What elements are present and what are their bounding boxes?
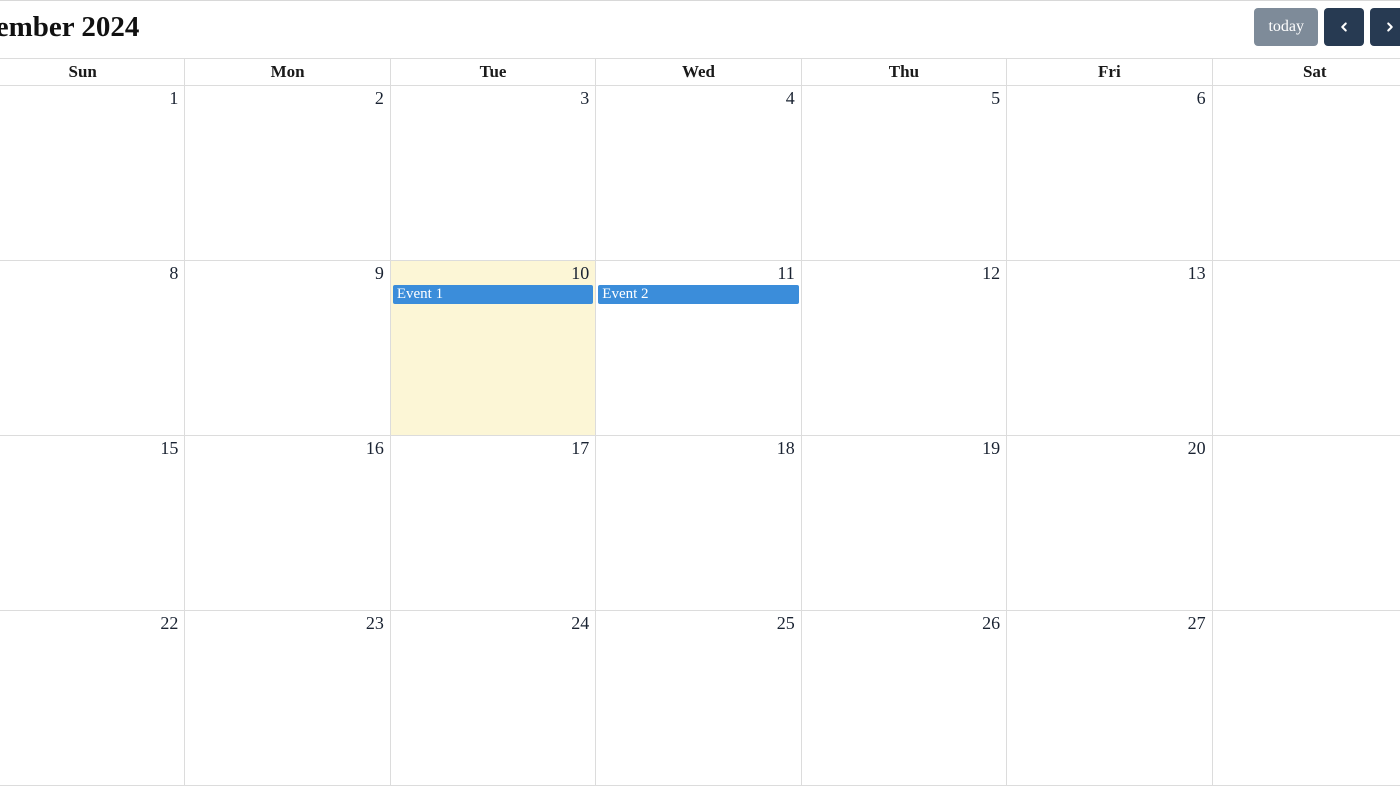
top-border bbox=[0, 0, 1400, 1]
day-cell[interactable]: 8 bbox=[0, 261, 185, 435]
day-cell[interactable]: 10Event 1 bbox=[391, 261, 596, 435]
day-number: 13 bbox=[1188, 263, 1206, 284]
day-cell[interactable]: 9 bbox=[185, 261, 390, 435]
month-title: ecember 2024 bbox=[0, 11, 139, 44]
day-number: 25 bbox=[777, 613, 795, 634]
day-cell[interactable]: 22 bbox=[0, 611, 185, 785]
day-number: 1 bbox=[169, 88, 178, 109]
calendar-grid: Sun Mon Tue Wed Thu Fri Sat 1234568910Ev… bbox=[0, 58, 1400, 786]
day-cell[interactable]: 17 bbox=[391, 436, 596, 610]
day-number: 26 bbox=[982, 613, 1000, 634]
next-month-button[interactable] bbox=[1370, 8, 1400, 46]
day-header-mon: Mon bbox=[185, 59, 390, 85]
day-number: 27 bbox=[1188, 613, 1206, 634]
day-cell[interactable]: 2 bbox=[185, 86, 390, 260]
week-row: 22 23 24 25 26 27 bbox=[0, 611, 1400, 786]
day-cell[interactable]: 13 bbox=[1007, 261, 1212, 435]
day-number: 20 bbox=[1188, 438, 1206, 459]
day-cell[interactable]: 27 bbox=[1007, 611, 1212, 785]
day-cell[interactable]: 19 bbox=[802, 436, 1007, 610]
day-header-thu: Thu bbox=[802, 59, 1007, 85]
calendar-event[interactable]: Event 1 bbox=[393, 285, 593, 304]
week-row: 1 2 3 4 5 6 bbox=[0, 86, 1400, 261]
day-cell[interactable]: 23 bbox=[185, 611, 390, 785]
header-controls: today bbox=[1254, 8, 1400, 46]
day-number: 12 bbox=[982, 263, 1000, 284]
week-row: 8910Event 111Event 21213 bbox=[0, 261, 1400, 436]
day-number: 3 bbox=[580, 88, 589, 109]
day-cell[interactable]: 20 bbox=[1007, 436, 1212, 610]
day-number: 9 bbox=[375, 263, 384, 284]
day-number: 2 bbox=[375, 88, 384, 109]
day-cell[interactable]: 16 bbox=[185, 436, 390, 610]
prev-month-button[interactable] bbox=[1324, 8, 1364, 46]
day-number: 5 bbox=[991, 88, 1000, 109]
today-button[interactable]: today bbox=[1254, 8, 1318, 46]
calendar-event[interactable]: Event 2 bbox=[598, 285, 798, 304]
day-number: 23 bbox=[366, 613, 384, 634]
day-header-row: Sun Mon Tue Wed Thu Fri Sat bbox=[0, 58, 1400, 86]
day-cell[interactable]: 11Event 2 bbox=[596, 261, 801, 435]
events-layer: Event 2 bbox=[596, 285, 800, 306]
day-cell[interactable]: 5 bbox=[802, 86, 1007, 260]
day-cell[interactable]: 12 bbox=[802, 261, 1007, 435]
day-number: 8 bbox=[169, 263, 178, 284]
day-header-tue: Tue bbox=[391, 59, 596, 85]
day-number: 6 bbox=[1197, 88, 1206, 109]
day-cell[interactable]: 18 bbox=[596, 436, 801, 610]
day-cell[interactable]: 25 bbox=[596, 611, 801, 785]
day-number: 15 bbox=[160, 438, 178, 459]
day-header-sat: Sat bbox=[1213, 59, 1400, 85]
day-number: 4 bbox=[786, 88, 795, 109]
weeks-container: 1234568910Event 111Event 212131516171819… bbox=[0, 86, 1400, 786]
day-cell[interactable]: 3 bbox=[391, 86, 596, 260]
week-row: 15 16 17 18 19 20 bbox=[0, 436, 1400, 611]
day-number: 17 bbox=[571, 438, 589, 459]
day-number: 11 bbox=[777, 263, 794, 284]
day-header-sun: Sun bbox=[0, 59, 185, 85]
chevron-left-icon bbox=[1337, 20, 1351, 34]
day-cell[interactable] bbox=[1213, 86, 1400, 260]
day-cell[interactable]: 1 bbox=[0, 86, 185, 260]
day-header-wed: Wed bbox=[596, 59, 801, 85]
day-cell[interactable]: 15 bbox=[0, 436, 185, 610]
day-cell[interactable] bbox=[1213, 611, 1400, 785]
day-number: 24 bbox=[571, 613, 589, 634]
day-number: 18 bbox=[777, 438, 795, 459]
chevron-right-icon bbox=[1383, 20, 1397, 34]
day-cell[interactable] bbox=[1213, 436, 1400, 610]
day-number: 22 bbox=[160, 613, 178, 634]
day-cell[interactable]: 6 bbox=[1007, 86, 1212, 260]
day-cell[interactable]: 24 bbox=[391, 611, 596, 785]
day-cell[interactable]: 4 bbox=[596, 86, 801, 260]
events-layer: Event 1 bbox=[391, 285, 595, 306]
day-cell[interactable] bbox=[1213, 261, 1400, 435]
day-number: 16 bbox=[366, 438, 384, 459]
day-number: 19 bbox=[982, 438, 1000, 459]
day-header-fri: Fri bbox=[1007, 59, 1212, 85]
calendar-header: ecember 2024 today bbox=[0, 0, 1400, 58]
day-number: 10 bbox=[571, 263, 589, 284]
day-cell[interactable]: 26 bbox=[802, 611, 1007, 785]
